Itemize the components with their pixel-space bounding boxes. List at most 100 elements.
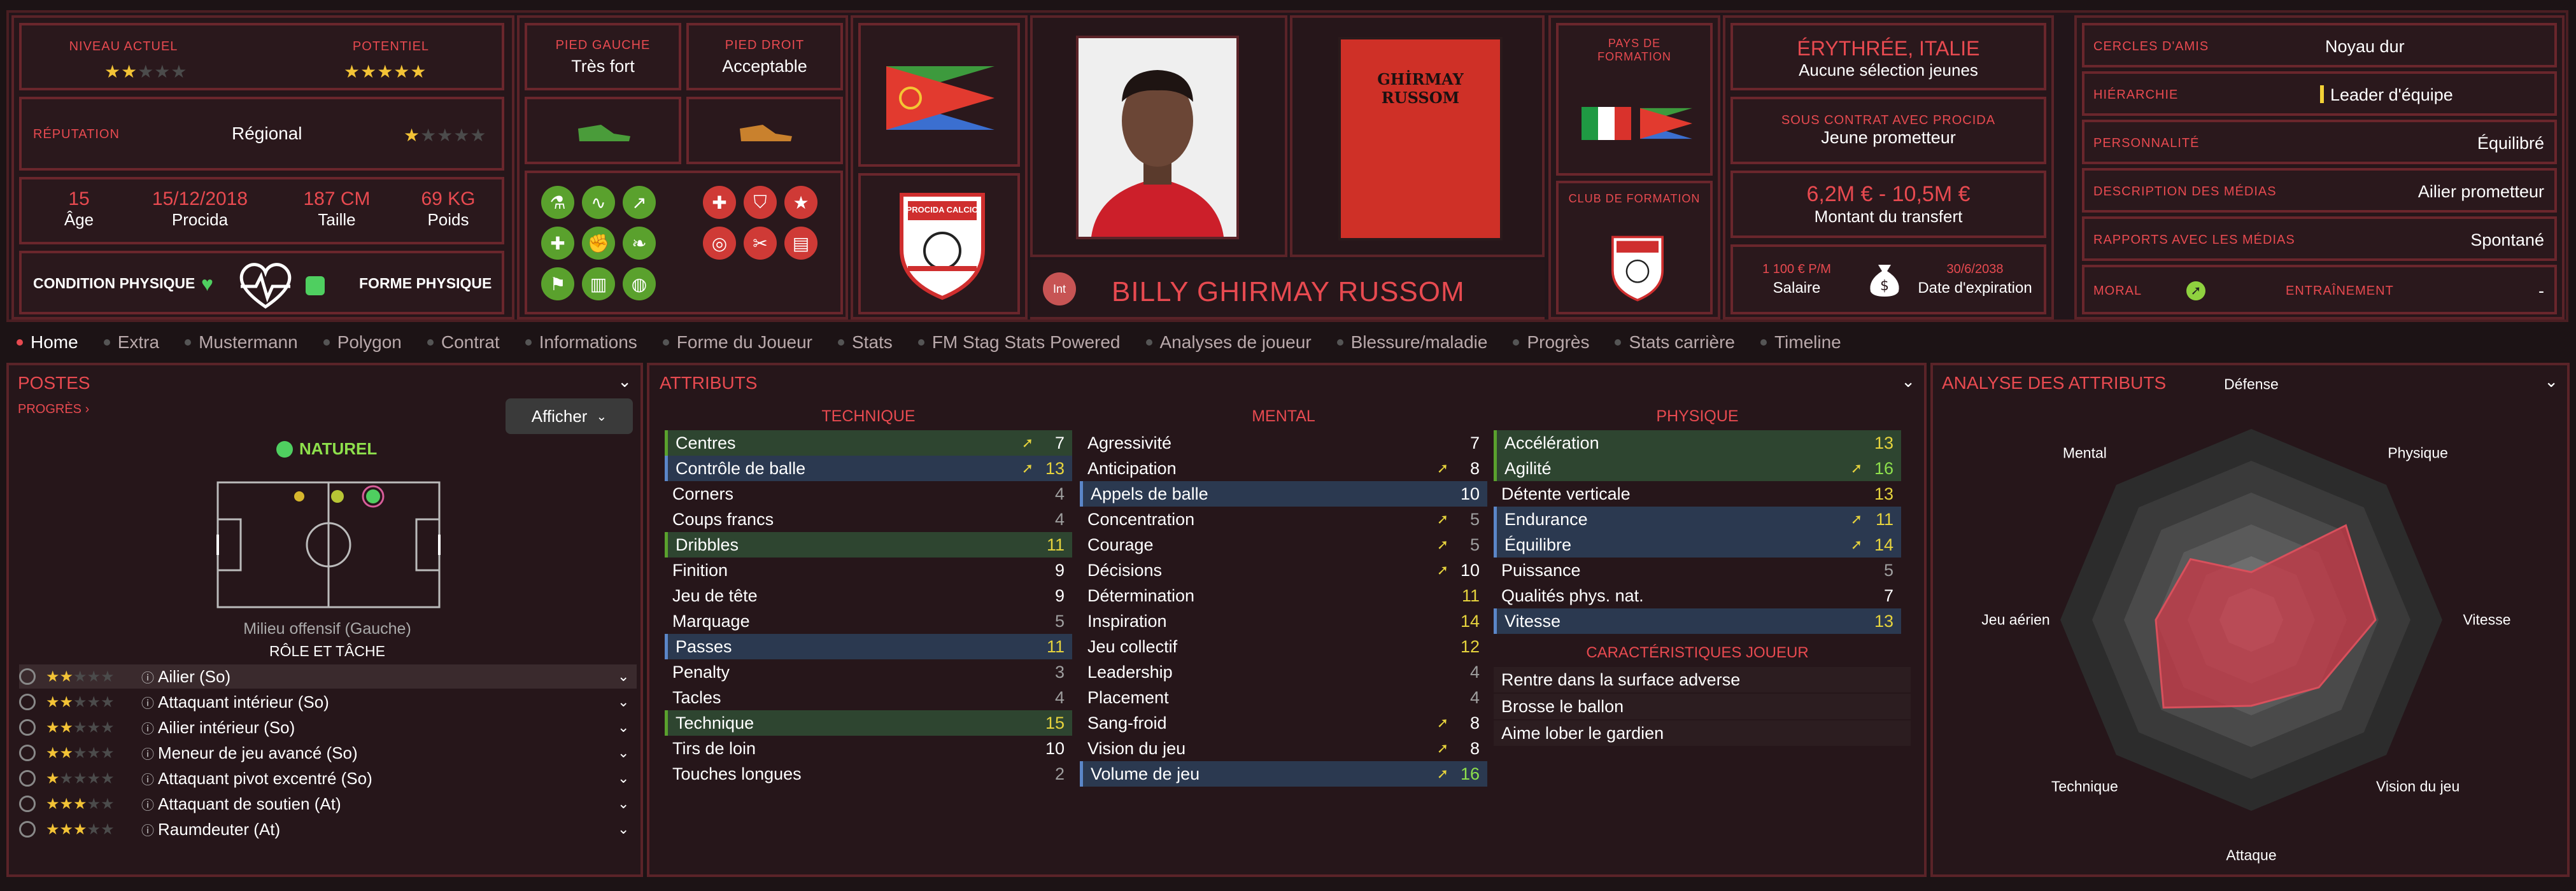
- chevron-down-icon[interactable]: ⌄: [618, 694, 637, 710]
- pitch-diagram: [214, 481, 443, 612]
- info-icon[interactable]: ⓘ: [141, 744, 154, 762]
- attribute-row[interactable]: Inspiration 14: [1080, 608, 1487, 634]
- tab-forme-du-joueur[interactable]: Forme du Joueur: [662, 332, 812, 353]
- overview-panel: NIVEAU ACTUEL ★★★★★ POTENTIEL ★★★★★ RÉPU…: [11, 15, 514, 319]
- attribute-row[interactable]: Tacles 4: [665, 685, 1072, 710]
- tab-informations[interactable]: Informations: [525, 332, 637, 353]
- info-icon[interactable]: ⓘ: [141, 795, 154, 813]
- attribute-row[interactable]: Penalty 3: [665, 659, 1072, 685]
- progress-link[interactable]: PROGRÈS ›: [18, 402, 89, 417]
- attribute-row[interactable]: Sang-froid ➚ 8: [1080, 710, 1487, 736]
- role-stars: ★★★★★: [46, 719, 115, 736]
- positions-collapse-icon[interactable]: ⌄: [618, 372, 632, 391]
- attribute-row[interactable]: Jeu collectif 12: [1080, 634, 1487, 659]
- role-radio[interactable]: [19, 796, 36, 812]
- attribute-row[interactable]: Placement 4: [1080, 685, 1487, 710]
- attribute-row[interactable]: Contrôle de balle ➚ 13: [665, 456, 1072, 481]
- tab-progres[interactable]: Progrès: [1513, 332, 1589, 353]
- attribute-row[interactable]: Tirs de loin 10: [665, 736, 1072, 761]
- attribute-row[interactable]: Vision du jeu ➚ 8: [1080, 736, 1487, 761]
- attribute-row[interactable]: Leadership 4: [1080, 659, 1487, 685]
- attribute-name: Coups francs: [672, 509, 774, 529]
- attribute-row[interactable]: Décisions ➚ 10: [1080, 558, 1487, 583]
- attribute-row[interactable]: Qualités phys. nat. 7: [1494, 583, 1901, 608]
- tab-timeline[interactable]: Timeline: [1760, 332, 1841, 353]
- chevron-down-icon: ⌄: [596, 409, 607, 424]
- attribute-row[interactable]: Marquage 5: [665, 608, 1072, 634]
- attribute-row[interactable]: Finition 9: [665, 558, 1072, 583]
- salary-box: 1 100 € P/M Salaire $ 30/6/2038 Date d'e…: [1730, 244, 2046, 314]
- tab-mustermann[interactable]: Mustermann: [185, 332, 298, 353]
- attribute-row[interactable]: Puissance 5: [1494, 558, 1901, 583]
- attribute-value: 9: [1054, 560, 1065, 580]
- tab-extra[interactable]: Extra: [103, 332, 159, 353]
- attribute-row[interactable]: Endurance ➚ 11: [1494, 507, 1901, 532]
- role-radio[interactable]: [19, 719, 36, 736]
- info-icon[interactable]: ⓘ: [141, 668, 154, 686]
- tab-polygon[interactable]: Polygon: [323, 332, 402, 353]
- chevron-down-icon[interactable]: ⌄: [618, 745, 637, 761]
- show-button[interactable]: Afficher ⌄: [506, 398, 633, 434]
- role-row[interactable]: ★★★★★ ⓘ Attaquant pivot excentré (So) ⌄: [19, 766, 637, 790]
- attribute-row[interactable]: Volume de jeu ➚ 16: [1080, 761, 1487, 787]
- role-radio[interactable]: [19, 821, 36, 838]
- tab-stats[interactable]: Stats: [838, 332, 893, 353]
- chevron-down-icon[interactable]: ⌄: [618, 668, 637, 685]
- info-icon[interactable]: ⓘ: [141, 769, 154, 788]
- attribute-row[interactable]: Vitesse 13: [1494, 608, 1901, 634]
- role-row[interactable]: ★★★★★ ⓘ Ailier (So) ⌄: [19, 664, 637, 689]
- role-row[interactable]: ★★★★★ ⓘ Meneur de jeu avancé (So) ⌄: [19, 741, 637, 765]
- chevron-down-icon[interactable]: ⌄: [618, 770, 637, 787]
- role-radio[interactable]: [19, 694, 36, 710]
- attribute-row[interactable]: Coups francs 4: [665, 507, 1072, 532]
- hierarchy-row: HIÉRARCHIE Leader d'équipe: [2082, 71, 2557, 116]
- role-row[interactable]: ★★★★★ ⓘ Attaquant intérieur (So) ⌄: [19, 690, 637, 714]
- attribute-row[interactable]: Concentration ➚ 5: [1080, 507, 1487, 532]
- attribute-row[interactable]: Détermination 11: [1080, 583, 1487, 608]
- attribute-row[interactable]: Accélération 13: [1494, 430, 1901, 456]
- role-radio[interactable]: [19, 668, 36, 685]
- attribute-row[interactable]: Dribbles 11: [665, 532, 1072, 558]
- tab-fm-stag-stats[interactable]: FM Stag Stats Powered: [917, 332, 1121, 353]
- info-icon[interactable]: ⓘ: [141, 820, 154, 839]
- attribute-name: Dribbles: [676, 535, 739, 554]
- role-row[interactable]: ★★★★★ ⓘ Attaquant de soutien (At) ⌄: [19, 792, 637, 816]
- attribute-row[interactable]: Technique 15: [665, 710, 1072, 736]
- attribute-value: 15: [1045, 713, 1065, 733]
- attribute-row[interactable]: Touches longues 2: [665, 761, 1072, 787]
- salary-stat: 1 100 € P/M Salaire: [1762, 262, 1831, 297]
- tab-blessure[interactable]: Blessure/maladie: [1336, 332, 1487, 353]
- role-radio[interactable]: [19, 745, 36, 761]
- attribute-row[interactable]: Courage ➚ 5: [1080, 532, 1487, 558]
- transfer-value: 6,2M € - 10,5M €: [1806, 182, 1971, 206]
- chevron-down-icon[interactable]: ⌄: [618, 796, 637, 812]
- tab-home[interactable]: Home: [17, 332, 78, 353]
- info-icon[interactable]: ⓘ: [141, 693, 154, 712]
- role-radio[interactable]: [19, 770, 36, 787]
- attribute-row[interactable]: Centres ➚ 7: [665, 430, 1072, 456]
- bandage-icon: ✚: [541, 227, 574, 260]
- attribute-row[interactable]: Anticipation ➚ 8: [1080, 456, 1487, 481]
- tab-analyses[interactable]: Analyses de joueur: [1145, 332, 1312, 353]
- chevron-down-icon[interactable]: ⌄: [618, 821, 637, 838]
- attribute-value: 5: [1469, 509, 1480, 529]
- attribute-row[interactable]: Détente verticale 13: [1494, 481, 1901, 507]
- chevron-down-icon[interactable]: ⌄: [618, 719, 637, 736]
- attribute-row[interactable]: Agressivité 7: [1080, 430, 1487, 456]
- attribute-row[interactable]: Appels de balle 10: [1080, 481, 1487, 507]
- formation-club-crest-icon: [1611, 235, 1664, 305]
- attribute-name: Placement: [1087, 687, 1169, 707]
- attribute-row[interactable]: Passes 11: [665, 634, 1072, 659]
- role-row[interactable]: ★★★★★ ⓘ Raumdeuter (At) ⌄: [19, 817, 637, 841]
- attribute-row[interactable]: Équilibre ➚ 14: [1494, 532, 1901, 558]
- tab-stats-carriere[interactable]: Stats carrière: [1615, 332, 1735, 353]
- attribute-row[interactable]: Corners 4: [665, 481, 1072, 507]
- personality-row: PERSONNALITÉ Équilibré: [2082, 120, 2557, 164]
- tab-contrat[interactable]: Contrat: [427, 332, 500, 353]
- attribute-row[interactable]: Agilité ➚ 16: [1494, 456, 1901, 481]
- attributes-collapse-icon[interactable]: ⌄: [1901, 372, 1915, 391]
- potential-label: POTENTIEL: [352, 39, 430, 53]
- info-icon[interactable]: ⓘ: [141, 719, 154, 737]
- attribute-row[interactable]: Jeu de tête 9: [665, 583, 1072, 608]
- role-row[interactable]: ★★★★★ ⓘ Ailier intérieur (So) ⌄: [19, 715, 637, 740]
